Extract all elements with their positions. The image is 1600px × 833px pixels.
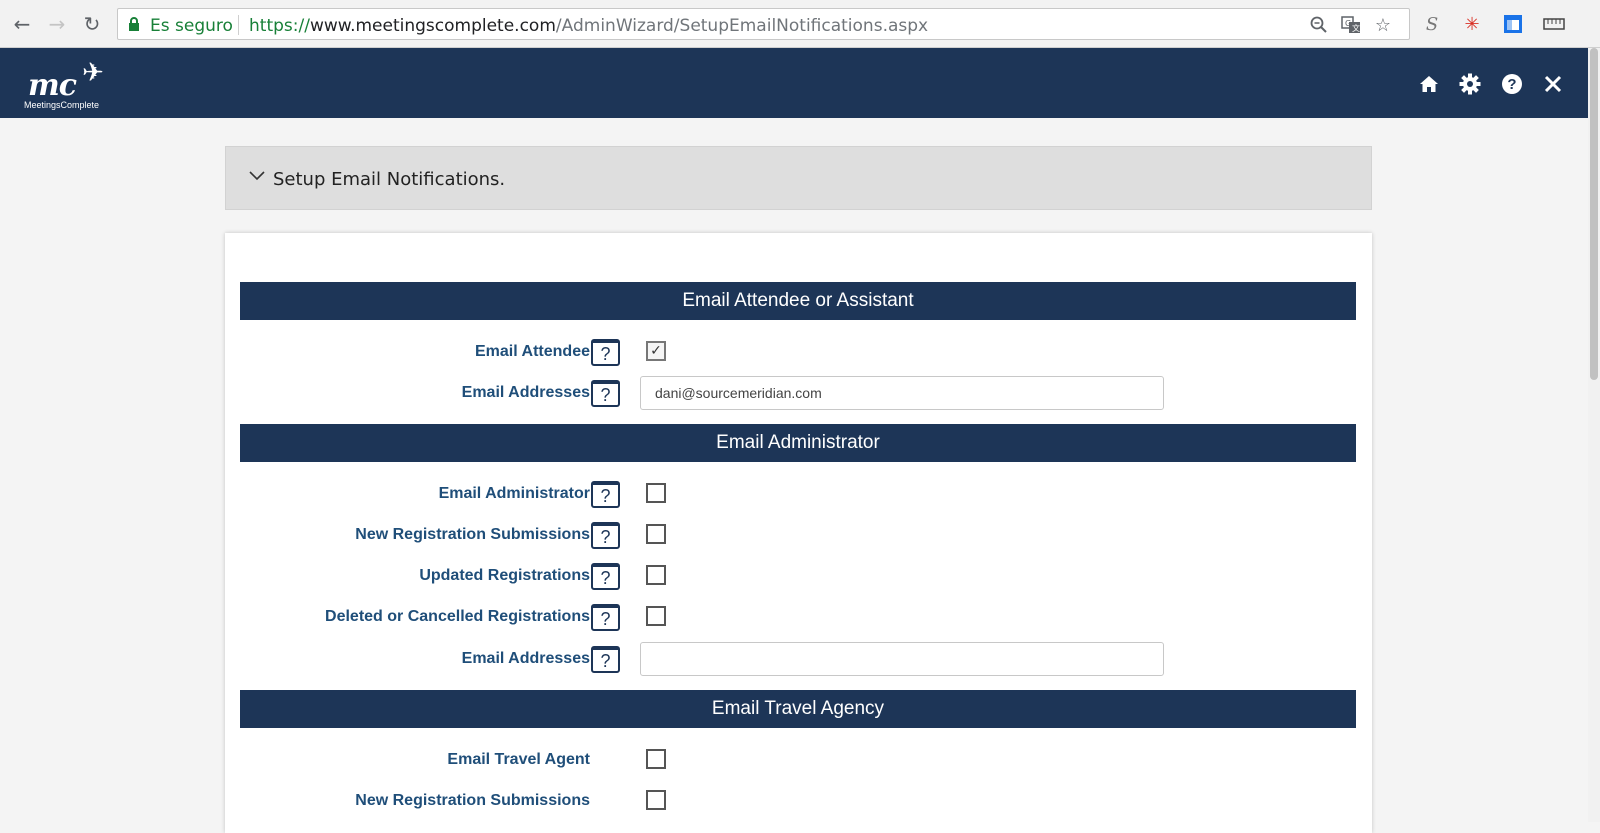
help-button[interactable]: ?: [591, 339, 620, 366]
setup-accordion-header[interactable]: Setup Email Notifications.: [225, 146, 1372, 210]
omnibox-divider: [238, 15, 239, 35]
home-icon[interactable]: [1417, 72, 1441, 96]
extension-window-icon[interactable]: [1501, 12, 1525, 36]
svg-text:?: ?: [1507, 76, 1516, 93]
gear-icon[interactable]: [1458, 72, 1482, 96]
field-label: Updated Registrations: [419, 567, 590, 584]
chevron-down-icon: [249, 171, 265, 181]
section-header-attendee: Email Attendee or Assistant: [240, 282, 1356, 320]
star-icon[interactable]: ☆: [1372, 14, 1394, 36]
secure-label: Es seguro: [150, 16, 233, 36]
help-button[interactable]: ?: [591, 646, 620, 673]
translate-icon[interactable]: G文: [1340, 14, 1362, 36]
email-attendee-checkbox[interactable]: ✓: [646, 341, 666, 361]
email-notifications-panel: Email Attendee or Assistant Email Attend…: [225, 233, 1372, 833]
help-icon[interactable]: ?: [1500, 72, 1524, 96]
row-admin-email-addresses: Email Addresses ?: [225, 642, 1372, 676]
scrollbar-thumb[interactable]: [1590, 48, 1598, 380]
help-button[interactable]: ?: [591, 380, 620, 407]
close-icon[interactable]: [1541, 72, 1565, 96]
field-label: Email Addresses: [461, 384, 590, 401]
admin-new-registrations-checkbox[interactable]: [646, 524, 666, 544]
help-button[interactable]: ?: [591, 604, 620, 631]
row-email-travel-agent: Email Travel Agent: [225, 745, 1372, 775]
email-administrator-checkbox[interactable]: [646, 483, 666, 503]
help-button[interactable]: ?: [591, 563, 620, 590]
admin-deleted-registrations-checkbox[interactable]: [646, 606, 666, 626]
forward-icon[interactable]: →: [45, 12, 69, 36]
field-label: Email Travel Agent: [447, 751, 590, 768]
svg-text:G: G: [1345, 19, 1351, 28]
logo-mark: mc: [28, 68, 77, 103]
meetingscomplete-logo[interactable]: mc ✈ MeetingsComplete: [24, 58, 114, 113]
logo-subtext: MeetingsComplete: [24, 100, 100, 110]
section-header-travel-agency: Email Travel Agency: [240, 690, 1356, 728]
page-scrollbar[interactable]: [1588, 48, 1600, 822]
row-admin-deleted-registrations: Deleted or Cancelled Registrations ?: [225, 602, 1372, 632]
field-label: New Registration Submissions: [355, 526, 590, 543]
section-header-administrator: Email Administrator: [240, 424, 1356, 462]
row-email-administrator: Email Administrator ?: [225, 479, 1372, 509]
field-label: Email Administrator: [438, 485, 590, 502]
field-label: Email Attendee: [475, 343, 590, 360]
help-button[interactable]: ?: [591, 522, 620, 549]
browser-toolbar: ← → ↻ Es seguro https://www.meetingscomp…: [0, 0, 1600, 48]
back-icon[interactable]: ←: [10, 12, 34, 36]
admin-email-addresses-input[interactable]: [640, 642, 1164, 676]
url-text[interactable]: https://www.meetingscomplete.com/AdminWi…: [249, 16, 928, 36]
plane-icon: ✈: [82, 58, 104, 88]
row-admin-new-registrations: New Registration Submissions ?: [225, 520, 1372, 550]
extension-s-icon[interactable]: S: [1420, 12, 1444, 36]
row-email-attendee: Email Attendee ? ✓: [225, 337, 1372, 367]
help-button[interactable]: ?: [591, 481, 620, 508]
row-travel-new-registrations: New Registration Submissions: [225, 786, 1372, 816]
row-admin-updated-registrations: Updated Registrations ?: [225, 561, 1372, 591]
travel-new-registrations-checkbox[interactable]: [646, 790, 666, 810]
zoom-icon[interactable]: [1308, 14, 1330, 36]
extension-asterisk-icon[interactable]: ✳: [1460, 12, 1484, 36]
attendee-email-addresses-input[interactable]: [640, 376, 1164, 410]
field-label: New Registration Submissions: [355, 792, 590, 809]
lock-icon: [129, 17, 139, 31]
row-attendee-email-addresses: Email Addresses ?: [225, 376, 1372, 410]
accordion-title: Setup Email Notifications.: [273, 169, 506, 190]
ruler-icon[interactable]: [1542, 12, 1566, 36]
svg-text:文: 文: [1352, 23, 1360, 33]
admin-updated-registrations-checkbox[interactable]: [646, 565, 666, 585]
field-label: Deleted or Cancelled Registrations: [325, 608, 590, 625]
reload-icon[interactable]: ↻: [80, 12, 104, 36]
address-bar[interactable]: Es seguro https://www.meetingscomplete.c…: [117, 8, 1410, 40]
app-header: mc ✈ MeetingsComplete ?: [0, 48, 1600, 118]
email-travel-agent-checkbox[interactable]: [646, 749, 666, 769]
field-label: Email Addresses: [461, 650, 590, 667]
